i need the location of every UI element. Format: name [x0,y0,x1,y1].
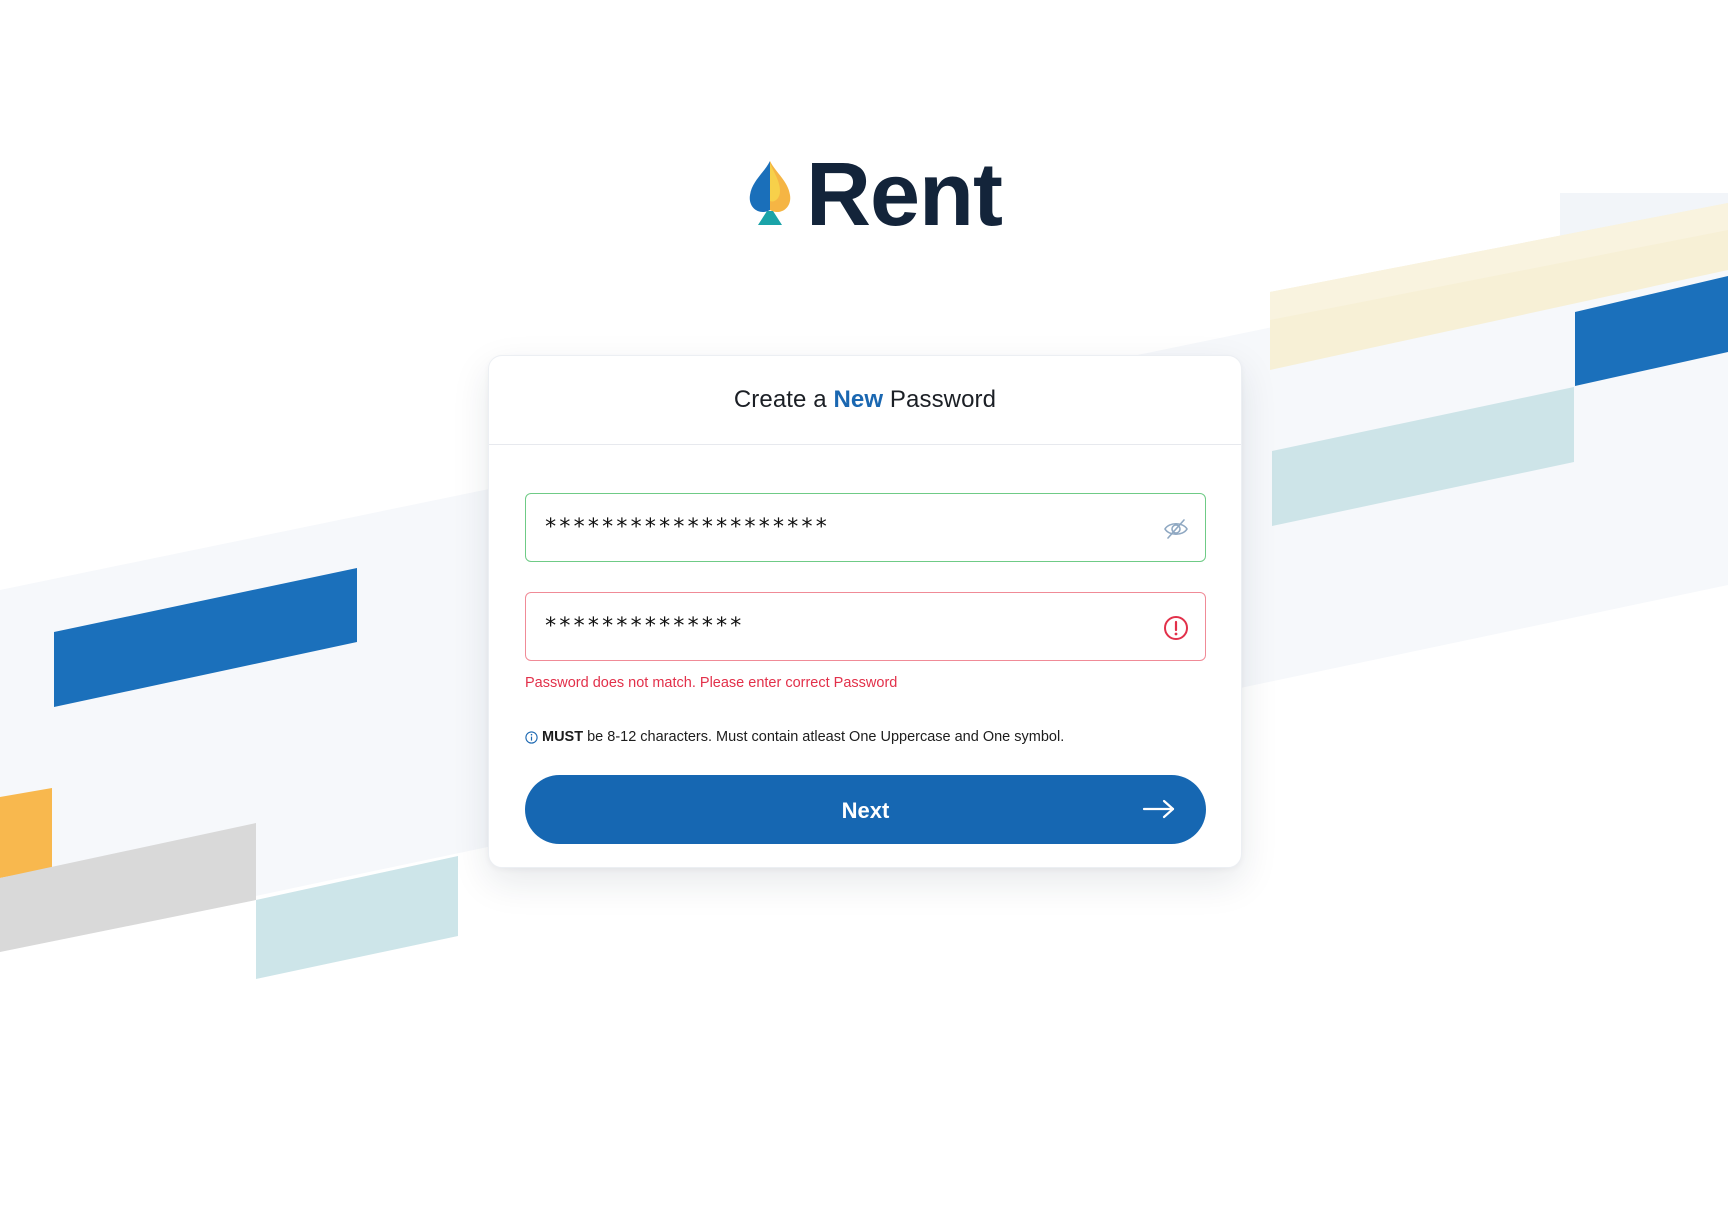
password-mismatch-error: Password does not match. Please enter co… [525,675,898,691]
next-button[interactable]: Next [525,775,1206,844]
card-title: Create a New Password [489,356,1241,445]
confirm-password-input[interactable] [544,593,1134,660]
hint-text: be 8-12 characters. Must contain atleast… [587,729,1065,745]
new-password-input[interactable] [544,494,1134,561]
alert-circle-icon [1164,616,1188,640]
card-title-suffix: Password [883,386,997,413]
brand-name: Rent [806,145,1003,245]
arrow-right-icon [1142,799,1175,819]
brand-logo: Rent [744,145,1003,245]
next-button-label: Next [841,798,890,823]
card-title-prefix: Create a [733,386,834,413]
hint-emphasis: MUST [542,729,584,745]
create-password-card: Create a New Password Password does not … [488,355,1242,868]
info-icon [525,730,538,744]
bg-stripe-yellow-left [0,788,52,878]
spade-logo-icon [749,161,791,225]
password-requirements-hint: MUST be 8-12 characters. Must contain at… [525,729,1064,745]
card-title-accent: New [833,386,884,413]
eye-slash-icon[interactable] [1163,516,1189,542]
confirm-password-field [525,592,1206,661]
new-password-field [525,493,1206,562]
